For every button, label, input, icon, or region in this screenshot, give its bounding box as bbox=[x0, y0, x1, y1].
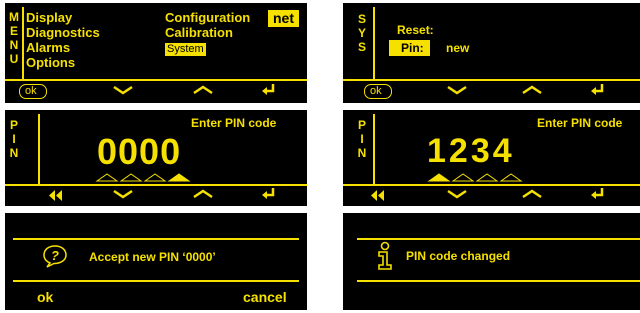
pin-changed-notice: PIN code changed bbox=[343, 213, 640, 310]
menu-item-display[interactable]: Display bbox=[26, 11, 72, 24]
menu-item-calibration[interactable]: Calibration bbox=[165, 26, 233, 39]
menu-item-configuration[interactable]: Configuration bbox=[165, 11, 250, 24]
side-letters: S Y S bbox=[357, 12, 366, 54]
side-letters: M E N U bbox=[9, 10, 19, 66]
screen-title: Enter PIN code bbox=[537, 116, 623, 130]
screen-title: Enter PIN code bbox=[191, 116, 277, 130]
softkey-ok[interactable]: ok bbox=[19, 84, 47, 99]
enter-icon[interactable] bbox=[590, 187, 606, 201]
enter-icon[interactable] bbox=[261, 83, 277, 97]
rewind-icon[interactable] bbox=[370, 190, 386, 201]
chevron-up-icon[interactable] bbox=[521, 84, 543, 96]
reset-label: Reset: bbox=[397, 23, 434, 37]
network-badge: net bbox=[268, 10, 299, 27]
question-icon: ? bbox=[43, 245, 67, 268]
pin-digits: 0000 bbox=[97, 131, 182, 172]
notice-message: PIN code changed bbox=[406, 249, 511, 263]
side-letters: P I N bbox=[9, 118, 19, 160]
svg-text:?: ? bbox=[51, 248, 59, 263]
enter-icon[interactable] bbox=[261, 187, 277, 201]
digit-cursor-indicators bbox=[95, 173, 191, 182]
pin-field[interactable]: Pin: bbox=[389, 40, 430, 56]
pin-entry-screen: P I N Enter PIN code 1234 bbox=[343, 110, 640, 206]
digit-cursor-indicators bbox=[427, 173, 523, 182]
menu-item-system[interactable]: System bbox=[165, 43, 206, 56]
chevron-up-icon[interactable] bbox=[192, 188, 214, 200]
enter-icon[interactable] bbox=[590, 83, 606, 97]
pin-entry-screen: P I N Enter PIN code 0000 bbox=[5, 110, 307, 206]
dialog-message: Accept new PIN ‘0000’ bbox=[89, 250, 216, 264]
chevron-down-icon[interactable] bbox=[112, 84, 134, 96]
chevron-down-icon[interactable] bbox=[112, 188, 134, 200]
softkey-ok[interactable]: ok bbox=[364, 84, 392, 99]
pin-digits: 1234 bbox=[427, 132, 515, 170]
chevron-down-icon[interactable] bbox=[446, 84, 468, 96]
side-letters: P I N bbox=[357, 118, 367, 160]
chevron-down-icon[interactable] bbox=[446, 188, 468, 200]
cancel-button[interactable]: cancel bbox=[243, 290, 287, 304]
chevron-up-icon[interactable] bbox=[521, 188, 543, 200]
menu-screen: M E N U Display Diagnostics Alarms Optio… bbox=[5, 3, 307, 103]
rewind-icon[interactable] bbox=[48, 190, 64, 201]
accept-pin-dialog: ? Accept new PIN ‘0000’ ok cancel bbox=[5, 213, 307, 310]
ok-button[interactable]: ok bbox=[37, 290, 53, 304]
info-icon bbox=[378, 241, 392, 270]
menu-item-diagnostics[interactable]: Diagnostics bbox=[26, 26, 100, 39]
menu-item-alarms[interactable]: Alarms bbox=[26, 41, 70, 54]
menu-item-options[interactable]: Options bbox=[26, 56, 75, 69]
system-screen: S Y S Reset: Pin: new ok bbox=[343, 3, 640, 103]
pin-value: new bbox=[446, 41, 470, 55]
chevron-up-icon[interactable] bbox=[192, 84, 214, 96]
